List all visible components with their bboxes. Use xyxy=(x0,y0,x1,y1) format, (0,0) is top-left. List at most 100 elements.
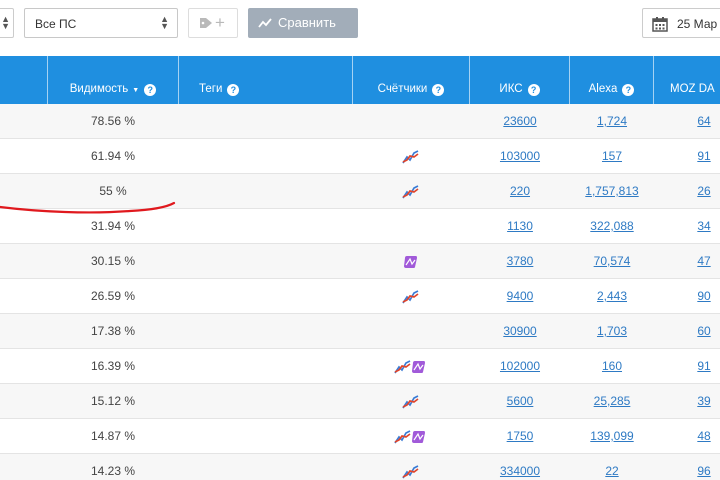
alexa-link[interactable]: 2,443 xyxy=(597,289,627,303)
table-row: 15.12 % 5600 25,285 39 xyxy=(0,384,720,419)
moz-da-link[interactable]: 48 xyxy=(697,429,710,443)
column-header-iks[interactable]: ИКС? xyxy=(470,56,570,104)
alexa-link[interactable]: 1,724 xyxy=(597,114,627,128)
alexa-cell: 1,724 xyxy=(570,104,654,139)
counters-cell xyxy=(352,104,468,139)
counters-cell xyxy=(352,349,468,384)
iks-link[interactable]: 9400 xyxy=(507,289,534,303)
iks-cell: 334000 xyxy=(470,454,570,480)
counters-cell xyxy=(352,139,468,174)
moz-da-link[interactable]: 26 xyxy=(697,184,710,198)
iks-cell: 1130 xyxy=(470,209,570,244)
column-header-counters: Счётчики? xyxy=(353,56,470,104)
iks-cell: 30900 xyxy=(470,314,570,349)
moz-cell: 60 xyxy=(654,314,720,349)
alexa-link[interactable]: 25,285 xyxy=(594,394,631,408)
compare-button[interactable]: Сравнить xyxy=(248,8,358,38)
table-row: 14.87 % 1750 139,099 48 xyxy=(0,419,720,454)
iks-link[interactable]: 103000 xyxy=(500,149,540,163)
iks-link[interactable]: 5600 xyxy=(507,394,534,408)
table-header: Видимость ▼? Теги? Счётчики? ИКС? Alexa? … xyxy=(0,56,720,104)
visibility-value: 15.12 % xyxy=(90,394,136,408)
visibility-value: 26.59 % xyxy=(90,289,136,303)
add-tag-button[interactable]: + xyxy=(188,8,238,38)
metrika-icon[interactable] xyxy=(411,360,426,374)
column-header-label: MOZ DA xyxy=(670,83,715,95)
tag-icon xyxy=(200,18,212,28)
alexa-link[interactable]: 22 xyxy=(605,464,618,478)
previous-select[interactable]: ▲ ▼ xyxy=(0,8,14,38)
counters-cell xyxy=(352,314,468,349)
help-icon[interactable]: ? xyxy=(144,84,157,96)
column-header-alexa[interactable]: Alexa? xyxy=(570,56,654,104)
stats-chart-icon[interactable] xyxy=(394,359,411,374)
moz-da-link[interactable]: 91 xyxy=(697,149,710,163)
alexa-cell: 160 xyxy=(570,349,654,384)
stats-chart-icon[interactable] xyxy=(394,429,411,444)
date-picker-button[interactable]: 25 Мар xyxy=(642,8,720,38)
metrika-icon[interactable] xyxy=(403,255,418,269)
iks-link[interactable]: 23600 xyxy=(503,114,536,128)
stats-chart-icon[interactable] xyxy=(401,184,419,199)
sort-desc-icon[interactable]: ▼ xyxy=(132,87,139,94)
alexa-cell: 2,443 xyxy=(570,279,654,314)
moz-da-link[interactable]: 47 xyxy=(697,254,710,268)
table-row: 31.94 % 1130 322,088 34 xyxy=(0,209,720,244)
alexa-link[interactable]: 160 xyxy=(602,359,622,373)
alexa-link[interactable]: 70,574 xyxy=(594,254,631,268)
help-icon[interactable]: ? xyxy=(227,84,240,96)
help-icon[interactable]: ? xyxy=(432,84,445,96)
table-row: 55 % 220 1,757,813 26 xyxy=(0,174,720,209)
alexa-link[interactable]: 1,757,813 xyxy=(585,184,638,198)
alexa-link[interactable]: 1,703 xyxy=(597,324,627,338)
column-header-label: Alexa xyxy=(588,83,618,95)
iks-cell: 9400 xyxy=(470,279,570,314)
iks-link[interactable]: 220 xyxy=(510,184,530,198)
stats-chart-icon[interactable] xyxy=(401,289,419,304)
visibility-value: 17.38 % xyxy=(90,324,136,338)
alexa-cell: 70,574 xyxy=(570,244,654,279)
table-row: 17.38 % 30900 1,703 60 xyxy=(0,314,720,349)
iks-link[interactable]: 3780 xyxy=(507,254,534,268)
counters-cell xyxy=(352,454,468,480)
iks-link[interactable]: 30900 xyxy=(503,324,536,338)
moz-cell: 91 xyxy=(654,139,720,174)
search-engine-select-value: Все ПС xyxy=(35,17,77,31)
stats-chart-icon[interactable] xyxy=(401,464,419,479)
alexa-link[interactable]: 322,088 xyxy=(590,219,633,233)
calendar-icon xyxy=(652,17,668,32)
help-icon[interactable]: ? xyxy=(527,84,540,96)
stats-chart-icon[interactable] xyxy=(401,394,419,409)
iks-link[interactable]: 102000 xyxy=(500,359,540,373)
alexa-link[interactable]: 139,099 xyxy=(590,429,633,443)
table-row: 78.56 % 23600 1,724 64 xyxy=(0,104,720,139)
stats-chart-icon[interactable] xyxy=(401,149,419,164)
moz-da-link[interactable]: 96 xyxy=(697,464,710,478)
help-icon[interactable]: ? xyxy=(622,84,635,96)
iks-link[interactable]: 1130 xyxy=(507,219,533,233)
column-header-visibility[interactable]: Видимость ▼? xyxy=(48,56,179,104)
moz-da-link[interactable]: 60 xyxy=(697,324,710,338)
moz-da-link[interactable]: 34 xyxy=(697,219,710,233)
counters-cell xyxy=(352,174,468,209)
iks-cell: 102000 xyxy=(470,349,570,384)
column-header-moz[interactable]: MOZ DA xyxy=(654,56,720,104)
iks-link[interactable]: 1750 xyxy=(507,429,534,443)
table-row: 26.59 % 9400 2,443 90 xyxy=(0,279,720,314)
alexa-cell: 322,088 xyxy=(570,209,654,244)
search-engine-select[interactable]: Все ПС ▲ ▼ xyxy=(24,8,178,38)
alexa-link[interactable]: 157 xyxy=(602,149,622,163)
iks-link[interactable]: 334000 xyxy=(500,464,540,478)
alexa-cell: 25,285 xyxy=(570,384,654,419)
moz-da-link[interactable]: 64 xyxy=(697,114,710,128)
table-row: 30.15 % 3780 70,574 47 xyxy=(0,244,720,279)
metrika-icon[interactable] xyxy=(411,430,426,444)
alexa-cell: 1,703 xyxy=(570,314,654,349)
column-header-site xyxy=(0,56,48,104)
column-header-label: Счётчики xyxy=(377,83,428,95)
counters-cell xyxy=(352,244,468,279)
moz-da-link[interactable]: 90 xyxy=(697,289,710,303)
moz-da-link[interactable]: 39 xyxy=(697,394,710,408)
iks-cell: 23600 xyxy=(470,104,570,139)
moz-da-link[interactable]: 91 xyxy=(697,359,710,373)
